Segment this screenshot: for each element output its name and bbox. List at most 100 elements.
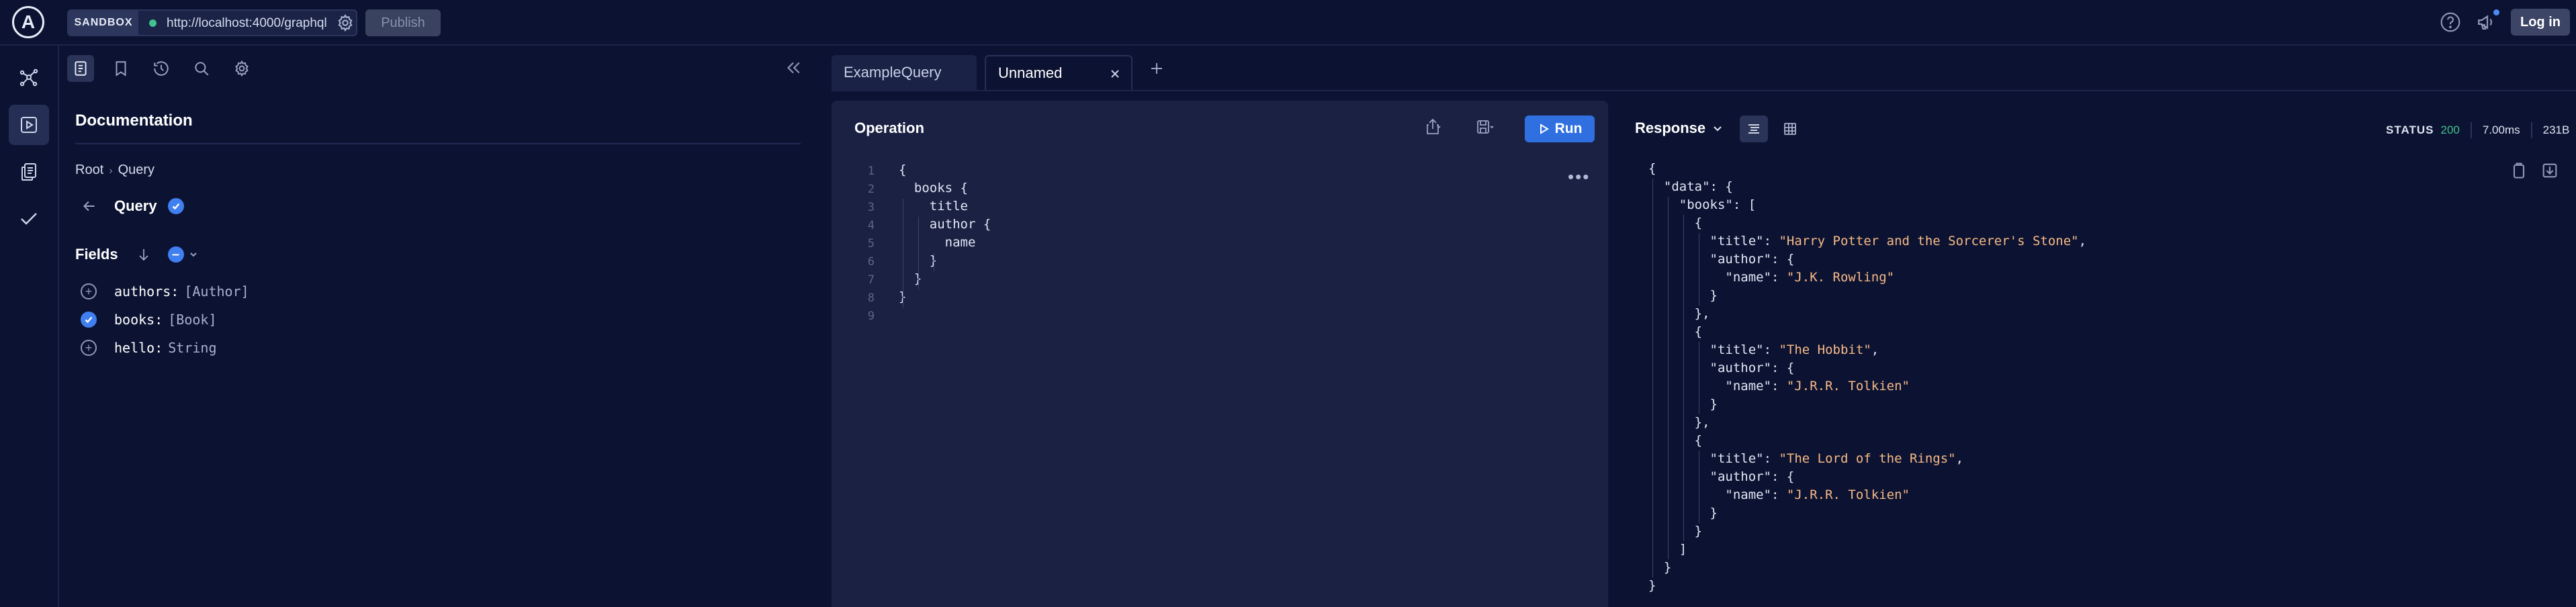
tab-unnamed[interactable]: Unnamed bbox=[985, 55, 1132, 90]
tab-label: ExampleQuery bbox=[844, 64, 942, 81]
field-row-authors[interactable]: + authors: [Author] bbox=[81, 281, 249, 302]
json-view-button[interactable] bbox=[1740, 115, 1768, 142]
docs-copy-icon bbox=[21, 163, 36, 181]
search-button[interactable] bbox=[188, 55, 215, 82]
endpoint-url-input[interactable]: http://localhost:4000/graphql bbox=[167, 16, 328, 31]
run-label: Run bbox=[1554, 121, 1583, 136]
apollo-logo[interactable]: A bbox=[12, 6, 44, 38]
response-json-viewer[interactable]: { "data": { "books": [ { "title": "Harry… bbox=[1648, 160, 2086, 595]
field-name: authors: bbox=[114, 283, 179, 299]
response-dropdown[interactable]: Response bbox=[1635, 120, 1724, 137]
docs-tab-button[interactable] bbox=[67, 55, 94, 82]
json-punctuation: }, bbox=[1648, 306, 1710, 321]
json-string-value: "The Lord of the Rings" bbox=[1779, 451, 1956, 466]
add-field-plus-icon[interactable]: + bbox=[81, 283, 97, 299]
field-type[interactable]: [Author] bbox=[184, 283, 249, 299]
json-key: "title" bbox=[1709, 234, 1764, 248]
tab-example-query[interactable]: ExampleQuery bbox=[832, 55, 977, 90]
documentation-heading: Documentation bbox=[75, 111, 193, 130]
tab-label: Unnamed bbox=[998, 64, 1063, 81]
collapse-panel-icon[interactable] bbox=[783, 58, 803, 78]
login-button[interactable]: Log in bbox=[2511, 9, 2570, 36]
json-line: "name": "J.K. Rowling" bbox=[1648, 269, 2086, 287]
close-tab-icon[interactable] bbox=[1108, 67, 1122, 81]
publish-button[interactable]: Publish bbox=[365, 9, 441, 36]
json-punctuation: { bbox=[1648, 324, 1703, 339]
json-line: { bbox=[1648, 214, 2086, 232]
add-field-plus-icon[interactable]: + bbox=[81, 340, 97, 356]
chevron-down-icon[interactable] bbox=[188, 249, 199, 260]
divider bbox=[2530, 122, 2532, 138]
json-line: } bbox=[1648, 395, 2086, 414]
run-button[interactable]: Run bbox=[1525, 115, 1595, 142]
connection-settings-gear-icon[interactable] bbox=[336, 13, 355, 32]
json-line: { bbox=[1648, 432, 2086, 450]
checks-nav-item[interactable] bbox=[9, 199, 49, 239]
line-numbers: 1 2 3 4 5 6 7 8 9 bbox=[867, 165, 875, 323]
field-row-hello[interactable]: + hello: String bbox=[81, 337, 217, 359]
sandbox-tag: SANDBOX bbox=[69, 11, 138, 35]
documentation-panel: Documentation Root › Query Query Fields – … bbox=[59, 46, 832, 607]
endpoint-selector[interactable]: SANDBOX http://localhost:4000/graphql bbox=[67, 9, 357, 36]
json-punctuation: : bbox=[1771, 270, 1787, 285]
breadcrumb-separator-icon: › bbox=[109, 165, 113, 177]
settings-button[interactable] bbox=[228, 55, 255, 82]
operation-panel: Operation Run ••• 1 2 3 4 5 6 7 8 9 { bo… bbox=[832, 101, 1608, 607]
history-button[interactable] bbox=[148, 55, 175, 82]
copy-clipboard-icon[interactable] bbox=[2510, 161, 2528, 180]
operation-collections-nav-item[interactable] bbox=[9, 152, 49, 192]
response-status: STATUS 200 7.00ms 231B bbox=[2386, 122, 2569, 138]
json-punctuation bbox=[1648, 270, 1725, 285]
response-heading: Response bbox=[1635, 120, 1706, 136]
breadcrumb-root[interactable]: Root bbox=[75, 162, 103, 177]
help-icon[interactable] bbox=[2440, 11, 2461, 33]
field-type[interactable]: [Book] bbox=[168, 312, 216, 328]
json-key: "author" bbox=[1709, 469, 1772, 484]
search-icon bbox=[195, 62, 209, 76]
json-punctuation: { bbox=[1648, 433, 1703, 448]
gear-icon bbox=[235, 60, 249, 77]
json-line: "title": "Harry Potter and the Sorcerer'… bbox=[1648, 232, 2087, 250]
json-punctuation bbox=[1648, 487, 1725, 502]
docs-toolbar bbox=[59, 46, 832, 90]
download-icon[interactable] bbox=[2540, 161, 2559, 180]
selected-field-check-icon[interactable] bbox=[81, 312, 97, 328]
table-view-button[interactable] bbox=[1776, 115, 1804, 142]
json-key: "title" bbox=[1709, 342, 1764, 357]
json-line: "author": { bbox=[1648, 359, 2086, 377]
deselect-all-icon[interactable]: – bbox=[167, 246, 184, 263]
notification-dot bbox=[2493, 9, 2499, 15]
json-punctuation: : bbox=[1763, 342, 1779, 357]
json-punctuation: }, bbox=[1648, 415, 1710, 430]
json-punctuation bbox=[1648, 361, 1710, 375]
json-line: { bbox=[1648, 323, 2086, 341]
json-punctuation: : { bbox=[1771, 469, 1795, 484]
json-key: "books" bbox=[1679, 197, 1733, 212]
more-options-icon[interactable]: ••• bbox=[1568, 167, 1590, 187]
back-arrow-icon[interactable] bbox=[81, 197, 98, 215]
save-collection-icon[interactable] bbox=[1475, 117, 1495, 137]
field-row-books[interactable]: books: [Book] bbox=[81, 309, 217, 330]
top-bar: A SANDBOX http://localhost:4000/graphql … bbox=[0, 0, 2576, 46]
json-punctuation: , bbox=[1871, 342, 1879, 357]
bookmarks-button[interactable] bbox=[107, 55, 134, 82]
operation-editor[interactable]: { books { title author { name } } } bbox=[899, 161, 991, 306]
indent-guide bbox=[918, 217, 919, 289]
field-type[interactable]: String bbox=[168, 340, 216, 356]
breadcrumb: Root › Query bbox=[75, 162, 154, 178]
share-icon[interactable] bbox=[1423, 117, 1443, 137]
add-tab-plus-icon[interactable] bbox=[1143, 55, 1170, 82]
json-punctuation bbox=[1648, 342, 1710, 357]
json-key: "title" bbox=[1709, 451, 1764, 466]
schema-nav-item[interactable] bbox=[9, 58, 49, 98]
response-panel: Response STATUS 200 7.00ms 231B { "data"… bbox=[1608, 101, 2576, 607]
status-label: STATUS bbox=[2386, 124, 2434, 136]
sort-arrow-icon[interactable] bbox=[136, 246, 152, 263]
json-line: }, bbox=[1648, 305, 2086, 323]
play-icon bbox=[1540, 124, 1549, 134]
json-punctuation: { bbox=[1648, 161, 1656, 176]
json-line: } bbox=[1648, 522, 2086, 541]
explorer-nav-item[interactable] bbox=[9, 105, 49, 145]
json-punctuation: , bbox=[2078, 234, 2087, 248]
json-punctuation bbox=[1648, 179, 1664, 194]
